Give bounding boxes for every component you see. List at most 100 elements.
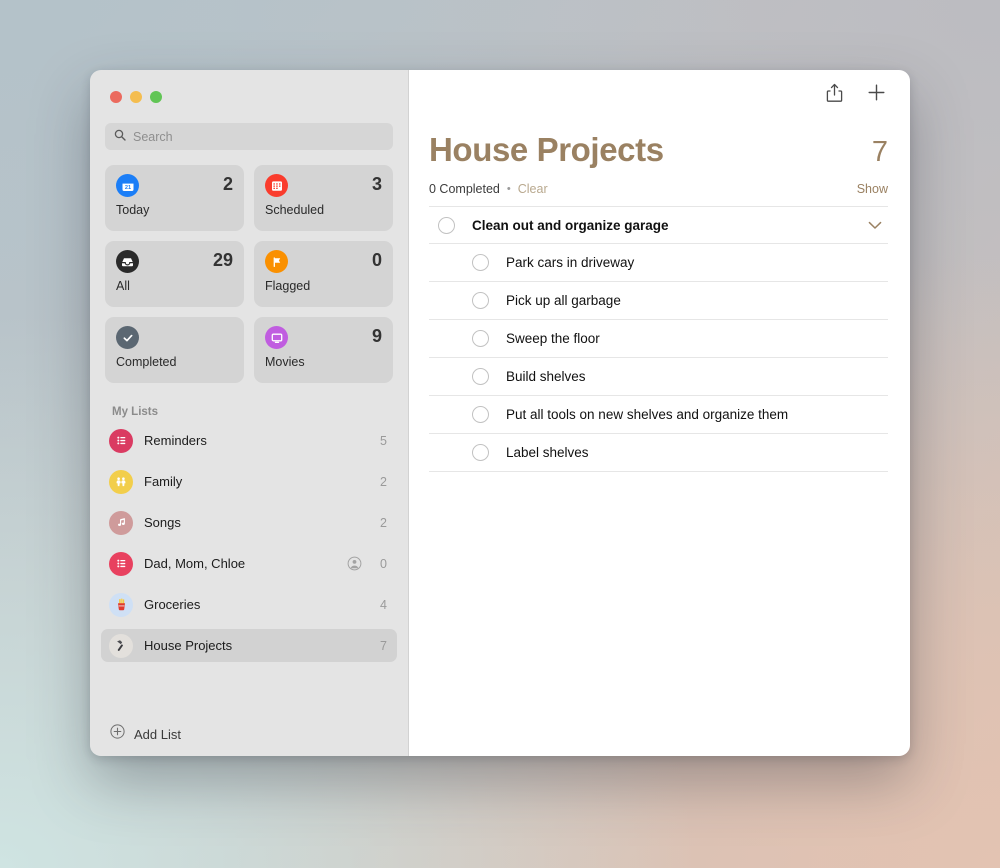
task-row[interactable]: Put all tools on new shelves and organiz… xyxy=(429,396,888,434)
task-checkbox[interactable] xyxy=(472,330,489,347)
meta-separator: • xyxy=(506,183,511,195)
list-item-songs[interactable]: Songs 2 xyxy=(101,506,397,539)
task-title: Pick up all garbage xyxy=(506,293,621,308)
show-completed-button[interactable]: Show xyxy=(857,182,888,196)
smart-list-label: Flagged xyxy=(265,279,311,293)
shared-list-icon xyxy=(347,556,362,571)
list-item-dad-mom-chloe[interactable]: Dad, Mom, Chloe 0 xyxy=(101,547,397,580)
share-icon[interactable] xyxy=(826,83,843,103)
task-row[interactable]: Pick up all garbage xyxy=(429,282,888,320)
smart-list-count: 9 xyxy=(371,326,382,346)
smart-list-count: 3 xyxy=(371,174,382,194)
list-item-count: 7 xyxy=(380,638,387,653)
task-checkbox[interactable] xyxy=(472,368,489,385)
smart-list-today[interactable]: 21 2 Today xyxy=(105,165,244,231)
task-title: Label shelves xyxy=(506,445,589,460)
task-row[interactable]: Park cars in driveway xyxy=(429,244,888,282)
smart-list-label: Scheduled xyxy=(265,203,325,217)
smart-list-scheduled[interactable]: 3 Scheduled xyxy=(254,165,393,231)
smart-list-count: 2 xyxy=(222,174,233,194)
task-title: Put all tools on new shelves and organiz… xyxy=(506,407,789,422)
task-row[interactable]: Sweep the floor xyxy=(429,320,888,358)
list-item-family[interactable]: Family 2 xyxy=(101,465,397,498)
list-item-count: 2 xyxy=(380,474,387,489)
chevron-down-icon[interactable] xyxy=(868,221,888,230)
task-checkbox[interactable] xyxy=(472,444,489,461)
plus-circle-icon xyxy=(110,724,125,744)
list-item-house-projects[interactable]: House Projects 7 xyxy=(101,629,397,662)
smart-list-label: All xyxy=(116,279,130,293)
list-header: House Projects 7 xyxy=(429,115,888,169)
search-container: Search xyxy=(90,115,408,150)
task-checkbox[interactable] xyxy=(472,292,489,309)
add-list-button[interactable]: Add List xyxy=(90,712,408,756)
calendar-clock-icon xyxy=(265,174,288,197)
list-lines-icon xyxy=(109,551,133,576)
svg-text:21: 21 xyxy=(124,185,130,191)
completed-count-label: 0 Completed xyxy=(429,182,500,196)
my-lists-header: My Lists xyxy=(112,406,159,418)
task-title: Clean out and organize garage xyxy=(472,217,669,233)
display-icon xyxy=(265,326,288,349)
smart-list-flagged[interactable]: 0 Flagged xyxy=(254,241,393,307)
smart-list-label: Today xyxy=(116,203,150,217)
calendar-icon: 21 xyxy=(116,174,139,197)
search-placeholder-text: Search xyxy=(133,129,173,144)
fries-emoji xyxy=(109,592,133,617)
smart-list-all[interactable]: 29 All xyxy=(105,241,244,307)
list-item-count: 4 xyxy=(380,597,387,612)
close-button[interactable] xyxy=(110,91,122,103)
smart-list-count: 0 xyxy=(371,250,382,270)
list-item-count: 0 xyxy=(380,556,387,571)
list-item-name: Family xyxy=(144,474,183,489)
task-list: Clean out and organize garage Park cars … xyxy=(429,206,888,472)
list-item-count: 2 xyxy=(380,515,387,530)
task-checkbox[interactable] xyxy=(472,254,489,271)
main-pane: House Projects 7 0 Completed • Clear Sho… xyxy=(409,70,910,756)
list-meta-row: 0 Completed • Clear Show xyxy=(429,182,888,206)
smart-list-completed[interactable]: Completed xyxy=(105,317,244,383)
search-icon xyxy=(114,128,126,146)
clear-button[interactable]: Clear xyxy=(518,182,548,196)
inbox-icon xyxy=(116,250,139,273)
zoom-button[interactable] xyxy=(150,91,162,103)
list-item-name: Songs xyxy=(144,515,181,530)
list-item-count: 5 xyxy=(380,433,387,448)
list-item-name: House Projects xyxy=(144,638,233,653)
list-item-name: Groceries xyxy=(144,597,201,612)
smart-list-count: 29 xyxy=(212,250,233,270)
task-title: Park cars in driveway xyxy=(506,255,635,270)
list-item-reminders[interactable]: Reminders 5 xyxy=(101,424,397,457)
plus-icon[interactable] xyxy=(867,83,886,102)
task-title: Sweep the floor xyxy=(506,331,600,346)
task-row[interactable]: Build shelves xyxy=(429,358,888,396)
main-body: House Projects 7 0 Completed • Clear Sho… xyxy=(409,115,910,472)
smart-lists-grid: 21 2 Today 3 Scheduled 29 All 0 Flagged … xyxy=(90,150,408,383)
page-title-count: 7 xyxy=(871,136,888,168)
list-item-groceries[interactable]: Groceries 4 xyxy=(101,588,397,621)
smart-list-label: Completed xyxy=(116,355,177,369)
hammer-emoji xyxy=(109,633,133,658)
flag-icon xyxy=(265,250,288,273)
search-input[interactable]: Search xyxy=(105,123,393,150)
window-traffic-lights xyxy=(90,70,408,115)
music-note-icon xyxy=(109,510,133,535)
list-item-name: Reminders xyxy=(144,433,207,448)
page-title: House Projects xyxy=(429,131,664,168)
minimize-button[interactable] xyxy=(130,91,142,103)
task-row[interactable]: Label shelves xyxy=(429,434,888,472)
reminders-window: Search 21 2 Today 3 Scheduled 29 All 0 F… xyxy=(90,70,910,756)
main-toolbar xyxy=(409,70,910,115)
checkmark-icon xyxy=(116,326,139,349)
task-row[interactable]: Clean out and organize garage xyxy=(429,206,888,244)
task-checkbox[interactable] xyxy=(472,406,489,423)
sidebar: Search 21 2 Today 3 Scheduled 29 All 0 F… xyxy=(90,70,409,756)
task-checkbox[interactable] xyxy=(438,216,455,234)
my-lists: Reminders 5 Family 2 Songs 2 Dad, Mom, C… xyxy=(90,424,408,712)
task-title: Build shelves xyxy=(506,369,586,384)
add-list-label: Add List xyxy=(134,726,181,742)
people-icon xyxy=(109,469,133,494)
smart-list-movies[interactable]: 9 Movies xyxy=(254,317,393,383)
smart-list-label: Movies xyxy=(265,355,305,369)
list-item-name: Dad, Mom, Chloe xyxy=(144,556,246,571)
